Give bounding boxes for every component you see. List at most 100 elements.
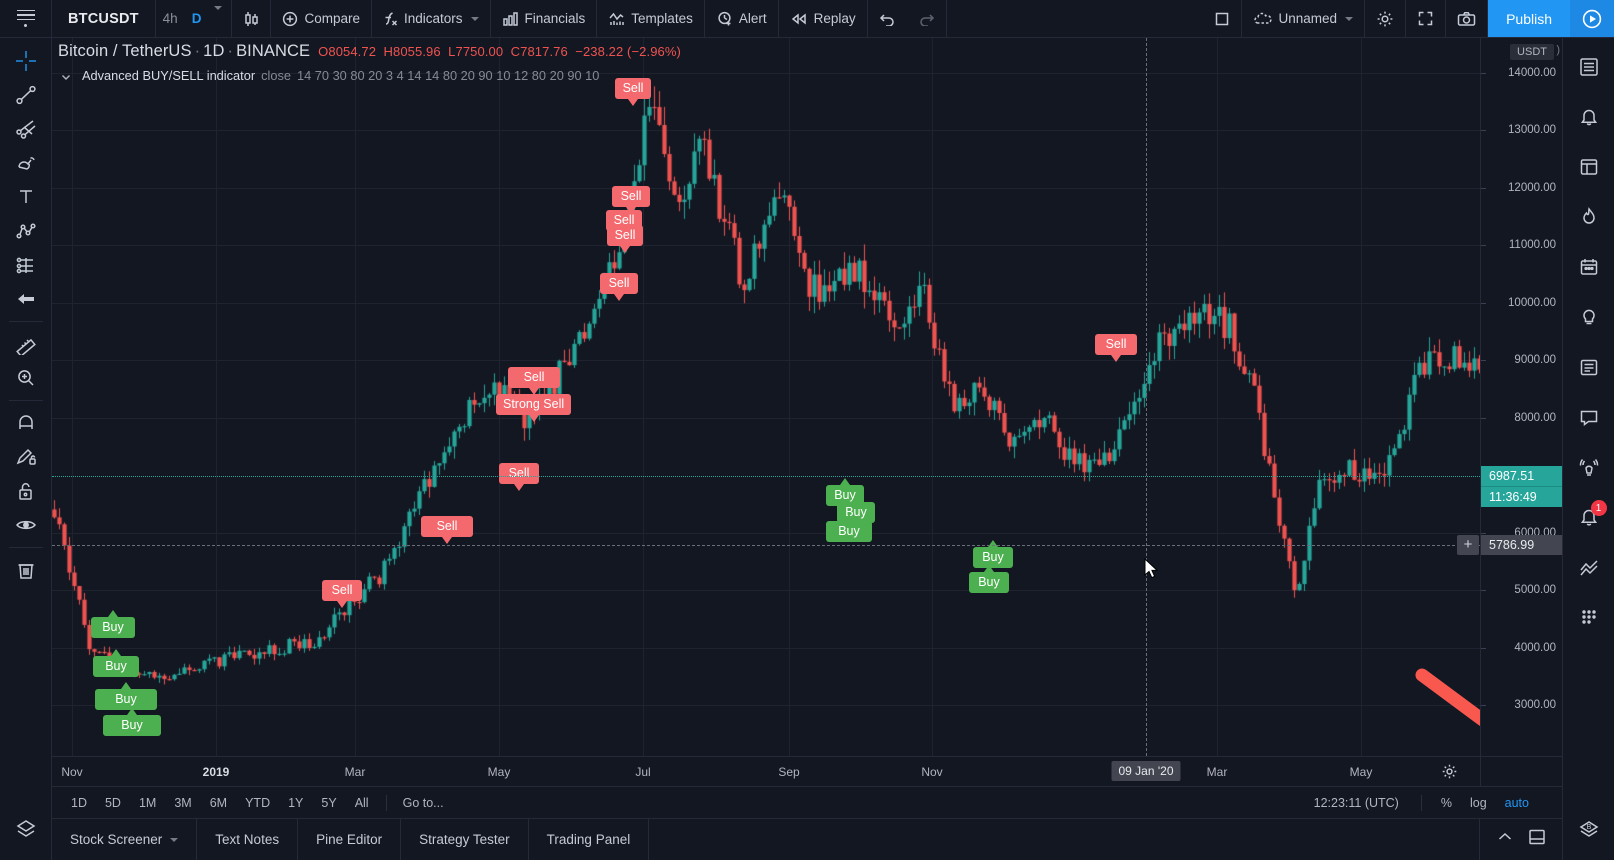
- add-alert-plus-button[interactable]: +: [1457, 534, 1479, 555]
- financials-button[interactable]: Financials: [491, 0, 597, 37]
- scale-controls: 12:23:11 (UTC) % log auto: [1314, 793, 1552, 813]
- auto-scale-button[interactable]: auto: [1498, 793, 1536, 813]
- drawing-mode-icon[interactable]: [0, 440, 52, 474]
- timeframe-5y[interactable]: 5Y: [312, 793, 345, 813]
- log-scale-button[interactable]: log: [1463, 793, 1494, 813]
- ideas-icon[interactable]: [1563, 292, 1614, 342]
- trend-line-icon[interactable]: [0, 78, 52, 112]
- panel-maximize-icon[interactable]: [1528, 828, 1546, 851]
- arrow-marker-icon[interactable]: [0, 282, 52, 316]
- play-icon[interactable]: [1570, 0, 1614, 37]
- redo-icon[interactable]: [907, 0, 946, 37]
- signal-label-buy[interactable]: Buy: [969, 564, 1009, 594]
- stock-screener-chevron-down-icon[interactable]: [170, 837, 179, 842]
- lock-icon[interactable]: [0, 474, 52, 508]
- magnet-icon[interactable]: [0, 406, 52, 440]
- signal-label-sell[interactable]: Sell: [322, 580, 362, 609]
- tab-text-notes[interactable]: Text Notes: [197, 819, 299, 860]
- crypto-layers-icon[interactable]: B: [1563, 810, 1614, 860]
- broadcast-icon[interactable]: [1563, 442, 1614, 492]
- tab-strategy-tester[interactable]: Strategy Tester: [401, 819, 529, 860]
- data-window-icon[interactable]: [1563, 142, 1614, 192]
- resolution-chevron-down-icon[interactable]: [208, 5, 231, 28]
- signal-label-sell[interactable]: Sell: [612, 186, 650, 215]
- zoom-in-icon[interactable]: [0, 361, 52, 395]
- price-tick-label: 3000.00: [1514, 699, 1556, 711]
- signal-label-sell[interactable]: Sell: [600, 273, 638, 302]
- signal-label-sell[interactable]: Sell: [421, 516, 473, 545]
- pattern-icon[interactable]: [0, 214, 52, 248]
- alerts-panel-icon[interactable]: [1563, 92, 1614, 142]
- signal-label-sell[interactable]: Sell: [607, 225, 643, 254]
- crosshair-vertical-line: [1146, 38, 1147, 756]
- time-axis[interactable]: 09 Jan '20 Nov 2019 Mar May Jul Sep Nov Mar May: [52, 756, 1562, 786]
- notifications-bell-icon[interactable]: 1: [1563, 492, 1614, 542]
- tab-trading-panel[interactable]: Trading Panel: [529, 819, 650, 860]
- layout-icon[interactable]: [1203, 0, 1241, 37]
- chart-plot-area[interactable]: Bitcoin / TetherUS · 1D · BINANCE O8054.72 H8…: [52, 38, 1480, 756]
- ideas-stream-icon[interactable]: [1563, 342, 1614, 392]
- replay-button[interactable]: Replay: [779, 0, 867, 37]
- timeframe-6m[interactable]: 6M: [201, 793, 236, 813]
- resolution-4h[interactable]: 4h: [156, 11, 185, 26]
- signal-label-sell[interactable]: Strong Sell: [496, 394, 572, 423]
- timeframe-1m[interactable]: 1M: [130, 793, 165, 813]
- chat-icon[interactable]: [1563, 392, 1614, 442]
- trend-signals-icon[interactable]: [1563, 542, 1614, 592]
- objects-tree-icon[interactable]: [0, 812, 52, 846]
- signal-label-sell[interactable]: Sell: [499, 463, 539, 492]
- price-tick-label: 10000.00: [1508, 296, 1556, 309]
- forecast-icon[interactable]: [0, 248, 52, 282]
- trash-icon[interactable]: [0, 553, 52, 587]
- signal-label-sell[interactable]: Sell: [1095, 334, 1137, 363]
- undo-icon[interactable]: [868, 0, 907, 37]
- layout-chevron-down-icon[interactable]: [1345, 16, 1354, 21]
- text-icon[interactable]: [0, 180, 52, 214]
- timeframe-1y[interactable]: 1Y: [279, 793, 312, 813]
- cloud-icon[interactable]: Unnamed: [1242, 0, 1365, 37]
- symbol-search-button[interactable]: BTCUSDT: [52, 11, 155, 27]
- measure-ruler-icon[interactable]: [0, 327, 52, 361]
- gear-icon[interactable]: [1365, 0, 1405, 37]
- calendar-icon[interactable]: [1563, 242, 1614, 292]
- brush-icon[interactable]: [0, 146, 52, 180]
- chart-style-group: [232, 0, 272, 37]
- goto-button[interactable]: Go to...: [395, 793, 452, 813]
- signal-label-buy[interactable]: Buy: [826, 513, 872, 543]
- publish-button[interactable]: Publish: [1488, 0, 1570, 37]
- signal-label-buy[interactable]: Buy: [95, 681, 157, 711]
- timeframe-all[interactable]: All: [346, 793, 378, 813]
- tab-stock-screener[interactable]: Stock Screener: [52, 819, 198, 860]
- signal-label-buy[interactable]: Buy: [103, 707, 161, 737]
- camera-icon[interactable]: [1446, 0, 1487, 37]
- tab-pine-editor[interactable]: Pine Editor: [298, 819, 402, 860]
- signal-label-sell[interactable]: Sell: [508, 367, 560, 396]
- percent-scale-button[interactable]: %: [1434, 793, 1459, 813]
- hide-drawings-icon[interactable]: [0, 508, 52, 542]
- indicators-chevron-down-icon[interactable]: [470, 16, 479, 21]
- compare-button[interactable]: Compare: [271, 0, 371, 37]
- time-axis-gear-icon[interactable]: [1441, 763, 1458, 785]
- signal-label-buy[interactable]: Buy: [93, 648, 139, 678]
- timeframe-3m[interactable]: 3M: [165, 793, 200, 813]
- templates-button[interactable]: Templates: [597, 0, 704, 37]
- candlestick-icon[interactable]: [232, 0, 270, 37]
- timeframe-5d[interactable]: 5D: [96, 793, 130, 813]
- signal-label-buy[interactable]: Buy: [91, 609, 135, 639]
- chevron-up-icon[interactable]: [1496, 830, 1514, 849]
- currency-badge[interactable]: USDT: [1510, 44, 1554, 60]
- pitchfork-icon[interactable]: [0, 112, 52, 146]
- timeframe-1d[interactable]: 1D: [62, 793, 96, 813]
- signal-label-sell[interactable]: Sell: [615, 78, 651, 107]
- more-apps-icon[interactable]: [1563, 592, 1614, 642]
- alert-button[interactable]: Alert: [705, 0, 778, 37]
- indicators-button[interactable]: Indicators: [372, 0, 490, 37]
- timeframe-ytd[interactable]: YTD: [236, 793, 279, 813]
- resolution-d[interactable]: D: [185, 11, 209, 26]
- crosshair-cursor-icon[interactable]: [0, 44, 52, 78]
- fullscreen-icon[interactable]: [1406, 0, 1445, 37]
- price-scale[interactable]: USDT ) 14000.00 13000.00 12000.00 11000.00 1…: [1457, 38, 1562, 756]
- watchlist-icon[interactable]: [1563, 42, 1614, 92]
- hamburger-icon[interactable]: [0, 0, 52, 37]
- hotlist-icon[interactable]: [1563, 192, 1614, 242]
